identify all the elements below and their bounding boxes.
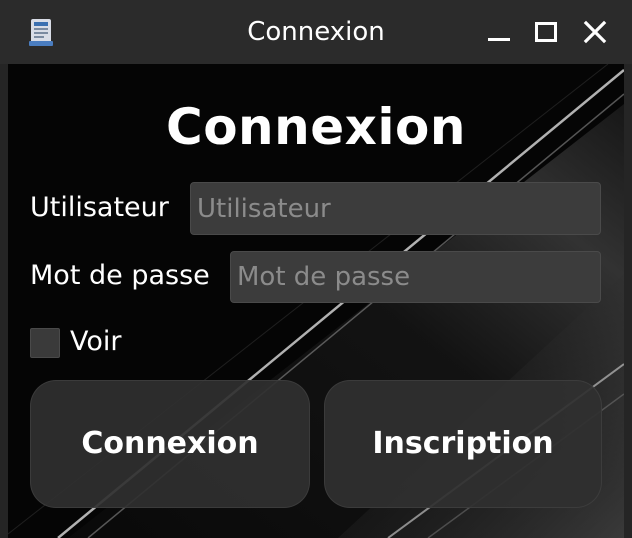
password-input[interactable]: [230, 251, 601, 303]
login-window: Connexion Connexion Utilisateur Utilisat…: [0, 0, 632, 538]
page-title: Connexion: [166, 98, 466, 156]
username-input[interactable]: [190, 182, 601, 235]
title-bar[interactable]: Connexion: [0, 0, 632, 64]
maximize-icon[interactable]: [529, 14, 563, 50]
login-panel: Connexion Utilisateur Mot de passe Voir …: [8, 64, 624, 538]
minimize-icon[interactable]: [482, 14, 516, 50]
password-label: Mot de passe: [30, 260, 210, 291]
close-icon[interactable]: [578, 14, 612, 50]
register-button[interactable]: Inscription: [324, 380, 602, 508]
login-button[interactable]: Connexion: [30, 380, 310, 508]
app-icon: [28, 17, 54, 47]
show-password-checkbox[interactable]: [30, 328, 60, 358]
show-password-label[interactable]: Voir: [70, 326, 122, 357]
username-label: Utilisateur: [30, 192, 169, 223]
